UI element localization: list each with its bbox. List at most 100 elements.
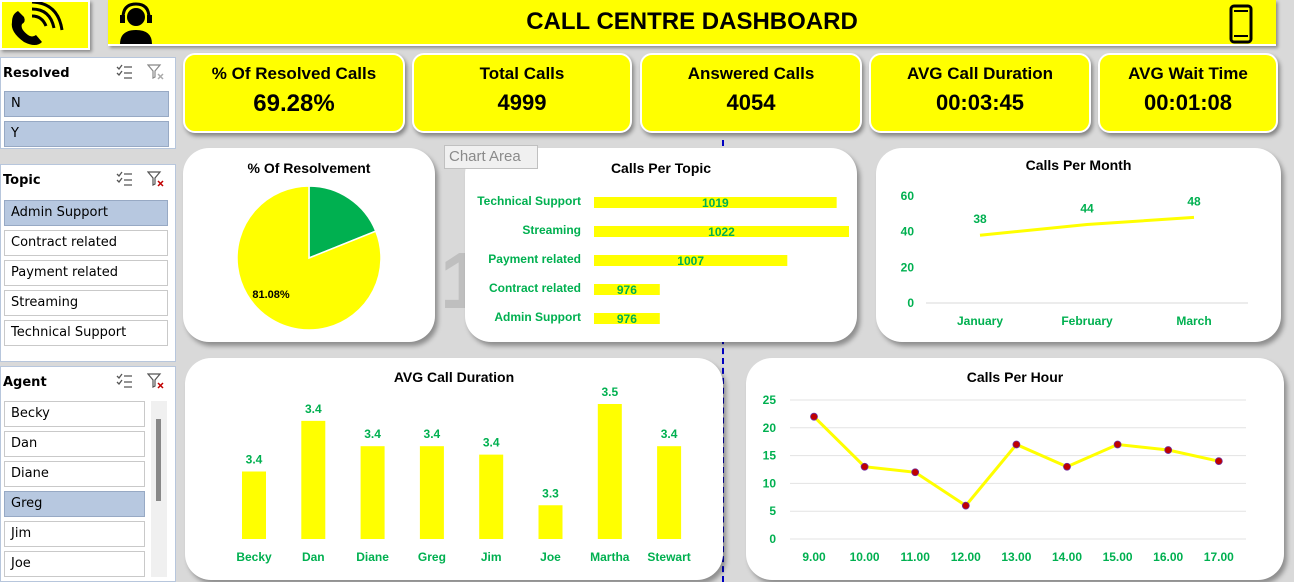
data-point-marker [961, 501, 970, 510]
bar-data-label: 3.5 [601, 385, 618, 399]
slicer-agent: Agent Becky Dan Diane Greg Jim Joe [0, 366, 176, 582]
kpi-answered-calls: Answered Calls 4054 [640, 53, 862, 133]
y-tick-label: 20 [901, 260, 915, 274]
slicer-item-payment-related[interactable]: Payment related [4, 260, 168, 286]
data-point-marker [1063, 462, 1071, 471]
slicer-header: Agent [1, 367, 175, 395]
data-point-marker [810, 412, 818, 421]
line-series [979, 215, 1195, 237]
phone-icon-tile [0, 0, 90, 50]
point-data-label: 48 [1187, 194, 1201, 208]
point-data-label: 44 [1080, 202, 1094, 216]
card-calls-per-topic: Calls Per Topic Technical Support 1019 Str… [465, 148, 857, 342]
bar-data-label: 3.4 [364, 427, 381, 441]
y-tick-label: 0 [769, 532, 776, 546]
x-tick-label: Martha [590, 550, 630, 564]
page-title: CALL CENTRE DASHBOARD [526, 8, 858, 35]
data-point-marker [860, 462, 869, 471]
x-tick-label: Jim [481, 550, 502, 564]
bar-data-label: 3.4 [661, 427, 678, 441]
bar-category-label: Streaming [522, 223, 581, 237]
slicer-resolved: Resolved N Y [0, 57, 176, 149]
slicer-item-jim[interactable]: Jim [4, 521, 145, 547]
y-tick-label: 25 [763, 393, 777, 407]
kpi-label: AVG Call Duration [906, 64, 1054, 83]
bar-data-label: 3.3 [542, 486, 559, 500]
kpi-total-calls: Total Calls 4999 [412, 53, 632, 133]
x-tick-label: 16.00 [1153, 550, 1183, 564]
slicer-item-admin-support[interactable]: Admin Support [4, 200, 168, 226]
slicer-item-y[interactable]: Y [4, 121, 169, 147]
phone-icon [11, 0, 64, 45]
slicer-header: Topic [1, 165, 175, 193]
slicer-item-becky[interactable]: Becky [4, 401, 145, 427]
card-calls-per-hour: Calls Per Hour 0 5 10 15 20 25 9.00 10.00 11.00 1… [746, 358, 1284, 580]
data-point-marker [1214, 457, 1223, 466]
bar-chart-topic: Technical Support 1019 Streaming 1022 Paymen… [477, 194, 849, 326]
kpi-label: % Of Resolved Calls [211, 64, 377, 83]
x-tick-label: Greg [418, 550, 446, 564]
multi-select-icon[interactable] [115, 373, 133, 389]
bar-data-label: 3.4 [305, 402, 322, 416]
slicer-item-contract-related[interactable]: Contract related [4, 230, 168, 256]
x-tick-label: 10.00 [850, 550, 880, 564]
bar-data-label: 1007 [677, 254, 704, 268]
y-tick-label: 5 [769, 504, 776, 518]
y-tick-label: 60 [901, 189, 915, 203]
chart-area-tooltip: Chart Area [444, 145, 538, 169]
duration-bar [242, 471, 266, 539]
bar-category-label: Technical Support [477, 194, 581, 208]
slicer-item-joe[interactable]: Joe [4, 551, 145, 577]
slicer-item-dan[interactable]: Dan [4, 431, 145, 457]
slicer-item-technical-support[interactable]: Technical Support [4, 320, 168, 346]
x-tick-label: Diane [356, 550, 389, 564]
clear-filter-icon[interactable] [147, 64, 165, 80]
scrollbar-thumb[interactable] [156, 419, 161, 501]
slicer-title: Topic [3, 173, 41, 188]
duration-bar [479, 454, 504, 539]
agent-headset-icon [120, 2, 152, 44]
card-calls-per-month: Calls Per Month 0 20 40 60 38 44 48 January Febr… [876, 148, 1281, 342]
kpi-value: 00:01:08 [1143, 90, 1233, 115]
bar-data-label: 3.4 [246, 453, 263, 467]
kpi-avg-call-duration: AVG Call Duration 00:03:45 [869, 53, 1091, 133]
duration-bar [419, 446, 444, 539]
header-bar: CALL CENTRE DASHBOARD [108, 0, 1276, 46]
point-data-label: 38 [973, 212, 987, 226]
x-tick-label: 14.00 [1052, 550, 1082, 564]
data-point-marker [1012, 440, 1021, 449]
x-tick-label: 11.00 [901, 550, 931, 564]
card-avg-call-duration: AVG Call Duration 3.4 Becky 3.4 Dan 3.4 Diane… [185, 358, 723, 580]
bar-data-label: 976 [617, 283, 637, 297]
data-point-marker [1164, 446, 1173, 454]
duration-bar [360, 446, 385, 539]
multi-select-icon[interactable] [115, 64, 133, 80]
y-tick-label: 20 [763, 421, 777, 435]
x-tick-label: March [1176, 314, 1211, 328]
y-tick-label: 15 [763, 449, 777, 463]
slicer-topic: Topic Admin Support Contract related Pay… [0, 164, 176, 362]
x-tick-label: 9.00 [802, 550, 826, 564]
line-chart-hour: 0 5 10 15 20 25 9.00 10.00 11.00 12.00 13.00 14.00 1… [763, 393, 1246, 564]
x-tick-label: January [957, 314, 1003, 328]
y-tick-label: 40 [901, 225, 915, 239]
data-point-marker [911, 468, 920, 477]
slicer-item-streaming[interactable]: Streaming [4, 290, 168, 316]
slicer-item-greg[interactable]: Greg [4, 491, 145, 517]
slicer-item-diane[interactable]: Diane [4, 461, 145, 487]
bar-data-label: 3.4 [483, 436, 500, 450]
line-chart-month: 0 20 40 60 38 44 48 January February March [901, 189, 1248, 328]
x-tick-label: 12.00 [951, 550, 981, 564]
kpi-value: 00:03:45 [935, 90, 1025, 115]
bar-data-label: 1019 [702, 196, 729, 210]
bar-category-label: Payment related [488, 252, 581, 266]
x-tick-label: 15.00 [1103, 550, 1133, 564]
clear-filter-icon[interactable] [147, 171, 165, 187]
slicer-item-n[interactable]: N [4, 91, 169, 117]
bar-chart-duration: 3.4 Becky 3.4 Dan 3.4 Diane 3.4 Greg 3.4 Jim 3.3 Jo… [236, 385, 690, 564]
multi-select-icon[interactable] [115, 171, 133, 187]
clear-filter-icon[interactable] [147, 373, 165, 389]
bar-data-label: 3.4 [424, 427, 441, 441]
duration-bar [657, 446, 682, 539]
pie-slice-label: 81.08% [252, 289, 290, 301]
